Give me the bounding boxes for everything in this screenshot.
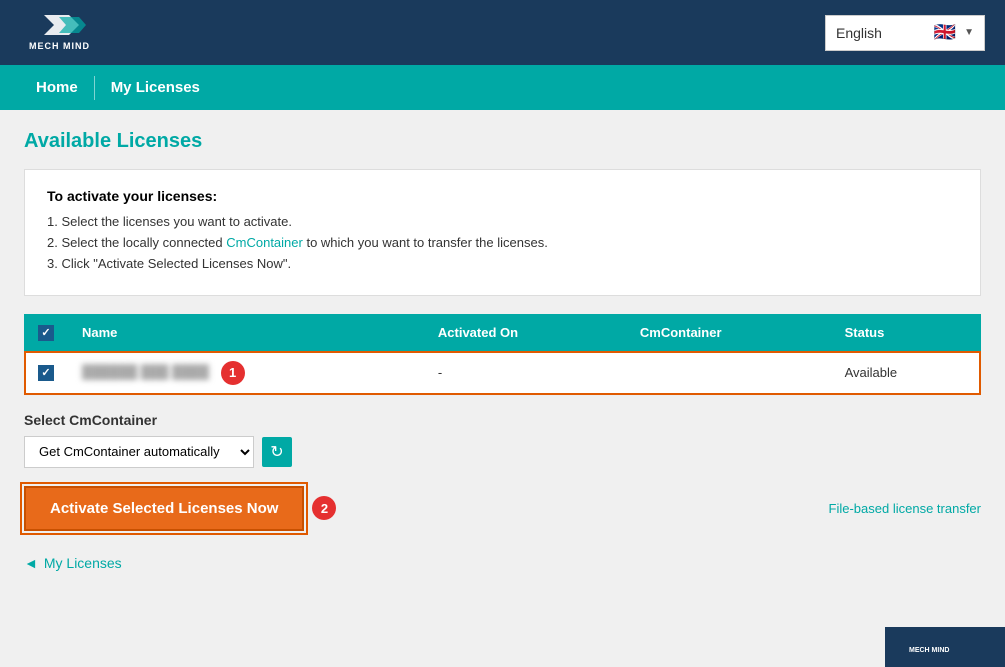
nav-bar: Home My Licenses <box>0 65 1005 110</box>
svg-text:MECH MIND: MECH MIND <box>909 647 949 654</box>
col-status: Status <box>831 314 981 351</box>
action-row: Activate Selected Licenses Now 2 File-ba… <box>24 486 981 531</box>
instruction-step-1: 1. Select the licenses you want to activ… <box>47 214 958 229</box>
nav-home[interactable]: Home <box>20 67 94 108</box>
step-badge-1: 1 <box>221 361 245 385</box>
logo-area: MECH MIND <box>20 3 118 62</box>
mechmind-logo: MECH MIND <box>24 7 114 55</box>
row-cmcontainer-cell <box>626 351 831 396</box>
row-activated-on-cell: - <box>424 351 626 396</box>
cm-container-label: Select CmContainer <box>24 412 981 428</box>
logo-box: MECH MIND <box>20 3 118 62</box>
instructions-title: To activate your licenses: <box>47 188 958 204</box>
step-1-text: Select the licenses you want to activate… <box>61 214 292 229</box>
col-activated-on: Activated On <box>424 314 626 351</box>
licenses-table: Name Activated On CmContainer Status ███… <box>24 314 981 396</box>
svg-text:MECH MIND: MECH MIND <box>29 41 90 51</box>
step-2-text-after: to which you want to transfer the licens… <box>306 235 547 250</box>
row-checkbox-cell <box>24 351 68 396</box>
license-name: ██████ ███ ████ <box>82 364 209 379</box>
step-3-num: 3. <box>47 256 61 271</box>
language-label: English <box>836 25 926 41</box>
file-transfer-link[interactable]: File-based license transfer <box>829 501 981 516</box>
step-1-num: 1. <box>47 214 61 229</box>
col-cmcontainer: CmContainer <box>626 314 831 351</box>
step-2-link: CmContainer <box>226 235 303 250</box>
table-header-row: Name Activated On CmContainer Status <box>24 314 981 351</box>
col-name: Name <box>68 314 424 351</box>
step-badge-2: 2 <box>312 496 336 520</box>
col-checkbox <box>24 314 68 351</box>
footer-nav-arrow-icon: ◄ <box>24 555 38 571</box>
step-2-num: 2. <box>47 235 61 250</box>
cm-container-row: Get CmContainer automatically ↻ <box>24 436 981 468</box>
activate-button[interactable]: Activate Selected Licenses Now <box>24 486 304 531</box>
page-title: Available Licenses <box>24 130 981 153</box>
language-selector[interactable]: English 🇬🇧 ▼ <box>825 15 985 51</box>
row-checkbox[interactable] <box>38 365 54 381</box>
row-name-cell: ██████ ███ ████ 1 <box>68 351 424 396</box>
table-header: Name Activated On CmContainer Status <box>24 314 981 351</box>
flag-icon: 🇬🇧 <box>934 22 956 43</box>
instructions-list: 1. Select the licenses you want to activ… <box>47 214 958 271</box>
select-all-checkbox[interactable] <box>38 325 54 341</box>
activate-btn-wrapper: Activate Selected Licenses Now 2 <box>24 486 336 531</box>
dropdown-arrow-icon: ▼ <box>964 27 974 38</box>
row-status-cell: Available <box>831 351 981 396</box>
step-2-text-before: Select the locally connected <box>61 235 226 250</box>
instruction-step-3: 3. Click "Activate Selected Licenses Now… <box>47 256 958 271</box>
refresh-button[interactable]: ↻ <box>262 437 292 467</box>
top-bar: MECH MIND English 🇬🇧 ▼ <box>0 0 1005 65</box>
main-content: Available Licenses To activate your lice… <box>0 110 1005 591</box>
footer-nav[interactable]: ◄ My Licenses <box>24 555 981 571</box>
table-row: ██████ ███ ████ 1 - Available <box>24 351 981 396</box>
table-body: ██████ ███ ████ 1 - Available <box>24 351 981 396</box>
footer-nav-label: My Licenses <box>44 555 122 571</box>
cm-container-select[interactable]: Get CmContainer automatically <box>24 436 254 468</box>
instruction-step-2: 2. Select the locally connected CmContai… <box>47 235 958 250</box>
instructions-box: To activate your licenses: 1. Select the… <box>24 169 981 296</box>
bottom-brand-bar: MECH MIND <box>885 627 1005 667</box>
bottom-logo: MECH MIND <box>905 632 985 662</box>
nav-my-licenses[interactable]: My Licenses <box>95 67 216 108</box>
step-3-text: Click "Activate Selected Licenses Now". <box>61 256 291 271</box>
